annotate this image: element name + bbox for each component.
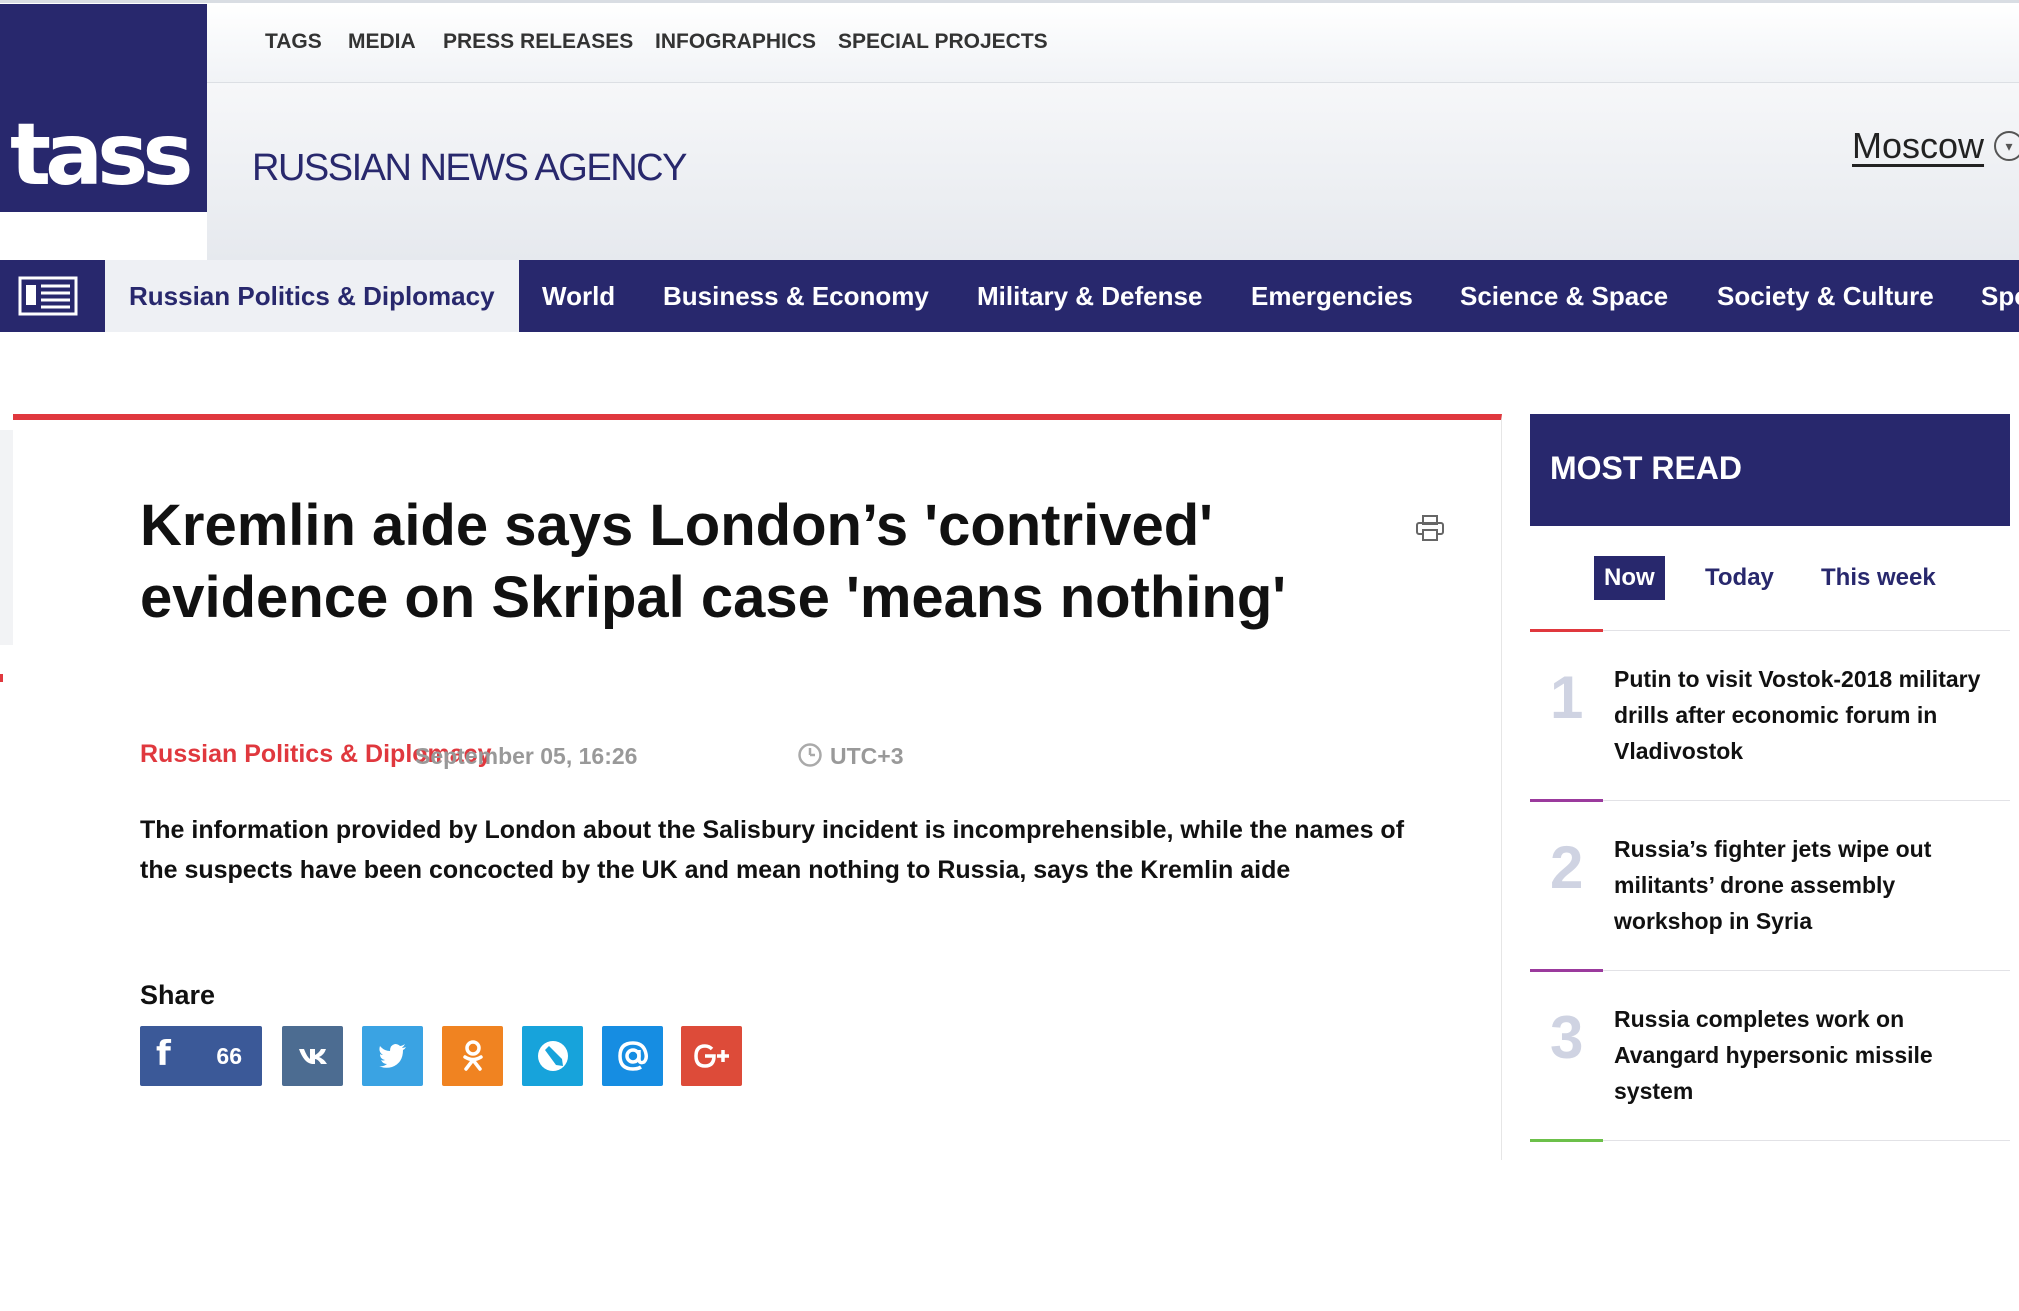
- article-timezone: UTC+3: [830, 743, 904, 769]
- nav-item-business-economy[interactable]: Business & Economy: [663, 260, 929, 332]
- item-rank: 3: [1550, 1004, 1584, 1071]
- article-date: September 05, 16:26: [415, 743, 638, 769]
- nav-item-russian-politics[interactable]: Russian Politics & Diplomacy: [105, 260, 519, 332]
- most-read-tab-today[interactable]: Today: [1705, 556, 1774, 600]
- top-border-strip: [0, 0, 2019, 3]
- print-icon[interactable]: [1415, 514, 1445, 542]
- item-title: Putin to visit Vostok-2018 military dril…: [1614, 666, 1981, 764]
- article-card: Kremlin aide says London’s 'contrived' e…: [13, 414, 1502, 1160]
- twitter-icon: [378, 1044, 406, 1068]
- share-google-plus-button[interactable]: [681, 1026, 742, 1086]
- most-read-item[interactable]: 1 Putin to visit Vostok-2018 military dr…: [1530, 629, 2010, 801]
- share-odnoklassniki-button[interactable]: [442, 1026, 503, 1086]
- most-read-item[interactable]: 3 Russia completes work on Avangard hype…: [1530, 969, 2010, 1141]
- nav-item-military-defense[interactable]: Military & Defense: [977, 260, 1202, 332]
- tass-logo[interactable]: tass: [0, 4, 207, 212]
- top-link-infographics[interactable]: INFOGRAPHICS: [655, 30, 816, 54]
- odnoklassniki-icon: [462, 1040, 483, 1071]
- google-plus-icon: [693, 1044, 729, 1068]
- agency-name: RUSSIAN NEWS AGENCY: [252, 147, 687, 189]
- main-navigation: Russian Politics & Diplomacy World Busin…: [0, 260, 2019, 332]
- item-accent: [1530, 799, 1603, 802]
- nav-item-sport[interactable]: Spo: [1981, 260, 2019, 332]
- masthead: RUSSIAN NEWS AGENCY Moscow ▾: [207, 83, 2019, 260]
- clock-icon: [798, 743, 822, 767]
- item-title: Russia’s fighter jets wipe out militants…: [1614, 836, 1932, 934]
- top-links-bar: TAGS MEDIA PRESS RELEASES INFOGRAPHICS S…: [207, 4, 2019, 83]
- nav-item-world[interactable]: World: [542, 260, 615, 332]
- item-accent: [1530, 969, 1603, 972]
- most-read-tab-this-week[interactable]: This week: [1821, 556, 1936, 600]
- most-read-title: MOST READ: [1550, 450, 1742, 486]
- item-title: Russia completes work on Avangard hypers…: [1614, 1006, 1933, 1104]
- most-read-header: MOST READ: [1530, 414, 2010, 526]
- item-accent: [1530, 629, 1603, 632]
- chevron-down-icon[interactable]: ▾: [1994, 131, 2019, 161]
- livejournal-icon: [537, 1041, 568, 1071]
- share-label: Share: [140, 980, 216, 1010]
- article-headline: Kremlin aide says London’s 'contrived' e…: [140, 493, 1287, 630]
- share-twitter-button[interactable]: [362, 1026, 423, 1086]
- most-read-tab-now[interactable]: Now: [1594, 556, 1665, 600]
- share-livejournal-button[interactable]: [522, 1026, 583, 1086]
- item-accent: [1530, 1139, 1603, 1142]
- top-link-media[interactable]: MEDIA: [348, 30, 416, 54]
- menu-list-icon: [18, 276, 78, 316]
- item-rank: 1: [1550, 664, 1584, 731]
- left-edge-accent: [0, 674, 3, 682]
- top-link-special-projects[interactable]: SPECIAL PROJECTS: [838, 30, 1048, 54]
- nav-item-science-space[interactable]: Science & Space: [1460, 260, 1668, 332]
- top-link-press-releases[interactable]: PRESS RELEASES: [443, 30, 633, 54]
- city-selector[interactable]: Moscow: [1852, 125, 1984, 167]
- facebook-icon: f: [156, 1034, 171, 1074]
- nav-item-emergencies[interactable]: Emergencies: [1251, 260, 1413, 332]
- left-edge-panel: [0, 430, 13, 645]
- logo-text: tass: [10, 105, 194, 205]
- share-facebook-button[interactable]: f 66: [140, 1026, 262, 1086]
- vk-icon: [298, 1049, 327, 1064]
- nav-item-society-culture[interactable]: Society & Culture: [1717, 260, 1934, 332]
- mail-icon: [617, 1041, 648, 1071]
- most-read-item[interactable]: 2 Russia’s fighter jets wipe out militan…: [1530, 799, 2010, 971]
- item-rank: 2: [1550, 834, 1584, 901]
- most-read-item-next[interactable]: [1530, 1139, 2010, 1311]
- facebook-share-count: 66: [216, 1043, 242, 1069]
- share-vk-button[interactable]: [282, 1026, 343, 1086]
- share-mail-button[interactable]: [602, 1026, 663, 1086]
- menu-button[interactable]: [0, 260, 104, 332]
- top-link-tags[interactable]: TAGS: [265, 30, 322, 54]
- article-lead: The information provided by London about…: [140, 816, 1405, 884]
